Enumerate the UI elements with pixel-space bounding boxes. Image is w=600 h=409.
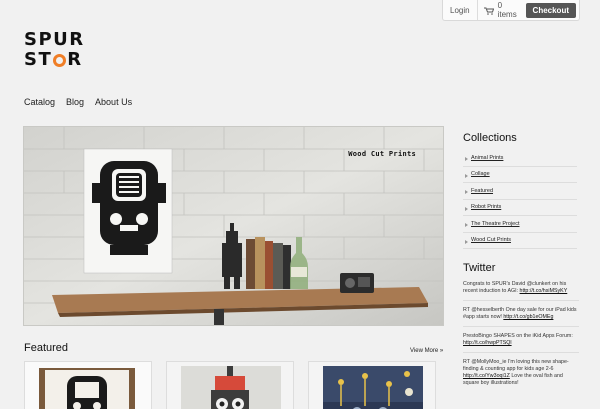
featured-product-card[interactable] — [24, 361, 152, 409]
tweet: RT @MollyMoo_ie I'm loving this new shap… — [463, 359, 569, 386]
collections-sidebar: Collections Animal Prints Collage Featur… — [463, 132, 577, 249]
cart-count: 0 items — [497, 1, 517, 19]
logo-line-2: ST R — [24, 49, 83, 70]
tweet-link[interactable]: http://t.co/hwpPTSQl — [463, 340, 512, 346]
login-link[interactable]: Login — [443, 0, 478, 20]
collection-collage[interactable]: Collage — [463, 167, 577, 183]
nav-blog[interactable]: Blog — [66, 97, 84, 107]
tweet-link[interactable]: http://t.co/gb1eOMEg — [503, 314, 553, 320]
collection-animal-prints[interactable]: Animal Prints — [463, 150, 577, 167]
site-logo[interactable]: SPUR ST R — [24, 30, 88, 72]
collection-featured[interactable]: Featured — [463, 183, 577, 200]
checkout-button[interactable]: Checkout — [525, 2, 576, 18]
hero-caption: Wood Cut Prints — [348, 150, 416, 158]
shopping-cart-icon — [483, 7, 494, 15]
collections-heading: Collections — [463, 132, 517, 144]
utility-bar: Login 0 items Checkout — [442, 0, 580, 21]
twitter-heading: Twitter — [463, 262, 496, 274]
tweet: RT @hesselberth One day sale for our iPa… — [463, 307, 579, 327]
logo-line-1: SPUR — [24, 29, 85, 50]
collection-theatre-project[interactable]: The Theatre Project — [463, 216, 577, 233]
product-image — [25, 362, 151, 409]
product-image — [167, 362, 293, 409]
featured-heading: Featured — [24, 342, 69, 354]
main-nav: Catalog Blog About Us — [24, 97, 132, 107]
view-more-link[interactable]: View More » — [410, 348, 443, 354]
logo-o-icon — [53, 53, 67, 67]
twitter-feed: Twitter Congrats to SPUR's David @clunke… — [463, 262, 579, 398]
featured-product-card[interactable] — [308, 361, 436, 409]
tweet-link[interactable]: http://t.co/Yw3oqi1Z — [463, 373, 510, 379]
product-image — [309, 362, 435, 409]
cart-link[interactable]: 0 items — [478, 0, 526, 20]
tweet-link[interactable]: http://t.co/hsiMSyKY — [520, 288, 568, 294]
collection-robot-prints[interactable]: Robot Prints — [463, 200, 577, 216]
tweet: PrestoBingo SHAPES on the iKid Apps Foru… — [463, 333, 579, 353]
featured-product-card[interactable] — [166, 361, 294, 409]
nav-about-us[interactable]: About Us — [95, 97, 132, 107]
nav-catalog[interactable]: Catalog — [24, 97, 55, 107]
tweet: Congrats to SPUR's David @clunkert on hi… — [463, 281, 579, 301]
collection-wood-cut-prints[interactable]: Wood Cut Prints — [463, 233, 577, 249]
hero-banner[interactable]: Wood Cut Prints — [23, 126, 444, 326]
